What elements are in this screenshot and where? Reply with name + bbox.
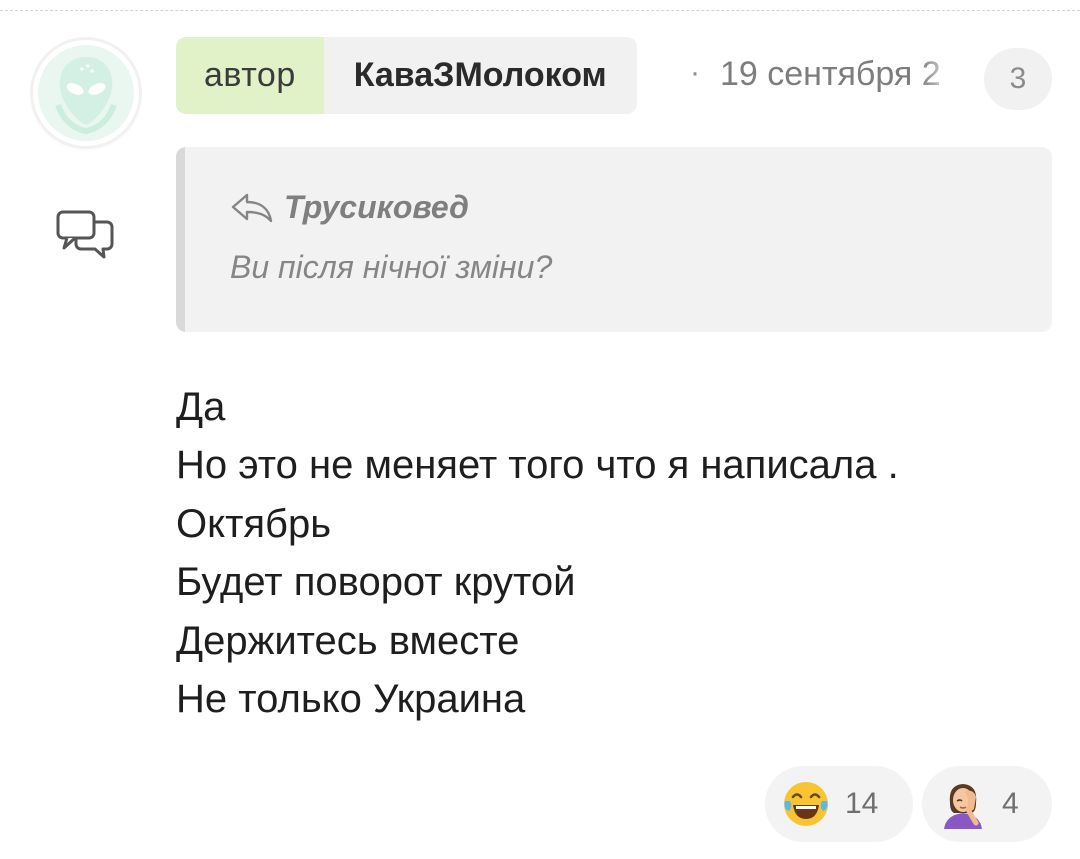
message-line: Да [176, 385, 226, 429]
date-fade [920, 51, 960, 97]
reaction-count: 4 [1002, 787, 1019, 820]
comment-date: 19 сентября 2 [720, 51, 960, 97]
top-divider [0, 10, 1080, 11]
comment-body: Да Но это не меняет того что я написала … [176, 378, 1056, 728]
message-line: Но это не меняет того что я написала . [176, 443, 899, 488]
message-line: Не только Украина [176, 677, 526, 722]
reply-arrow-icon [231, 193, 273, 222]
laughing-tears-emoji-icon [784, 782, 828, 826]
reply-count-badge[interactable]: 3 [984, 48, 1052, 110]
quote-author[interactable]: Трусиковед [284, 189, 469, 226]
message-line: Октябрь [176, 501, 332, 546]
author-tag: автор [176, 37, 324, 114]
author-avatar[interactable] [33, 40, 139, 146]
speech-bubbles-icon[interactable] [55, 208, 117, 262]
reaction-laugh-button[interactable]: 14 [765, 766, 913, 842]
message-line: Держитесь вместе [176, 618, 520, 663]
facepalm-woman-emoji-icon [944, 784, 982, 829]
alien-avatar-icon [38, 45, 134, 141]
meta-separator: · [690, 56, 700, 89]
quote-text: Ви після нічної зміни? [230, 249, 553, 285]
reaction-facepalm-button[interactable]: 4 [922, 766, 1052, 842]
author-chip[interactable]: автор КаваЗМолоком [176, 37, 637, 114]
author-name[interactable]: КаваЗМолоком [323, 37, 637, 114]
message-line: Будет поворот крутой [176, 560, 576, 605]
reaction-count: 14 [845, 787, 879, 820]
quoted-reply[interactable]: Трусиковед Ви після нічної зміни? [176, 147, 1052, 332]
quote-header: Трусиковед [230, 189, 469, 226]
